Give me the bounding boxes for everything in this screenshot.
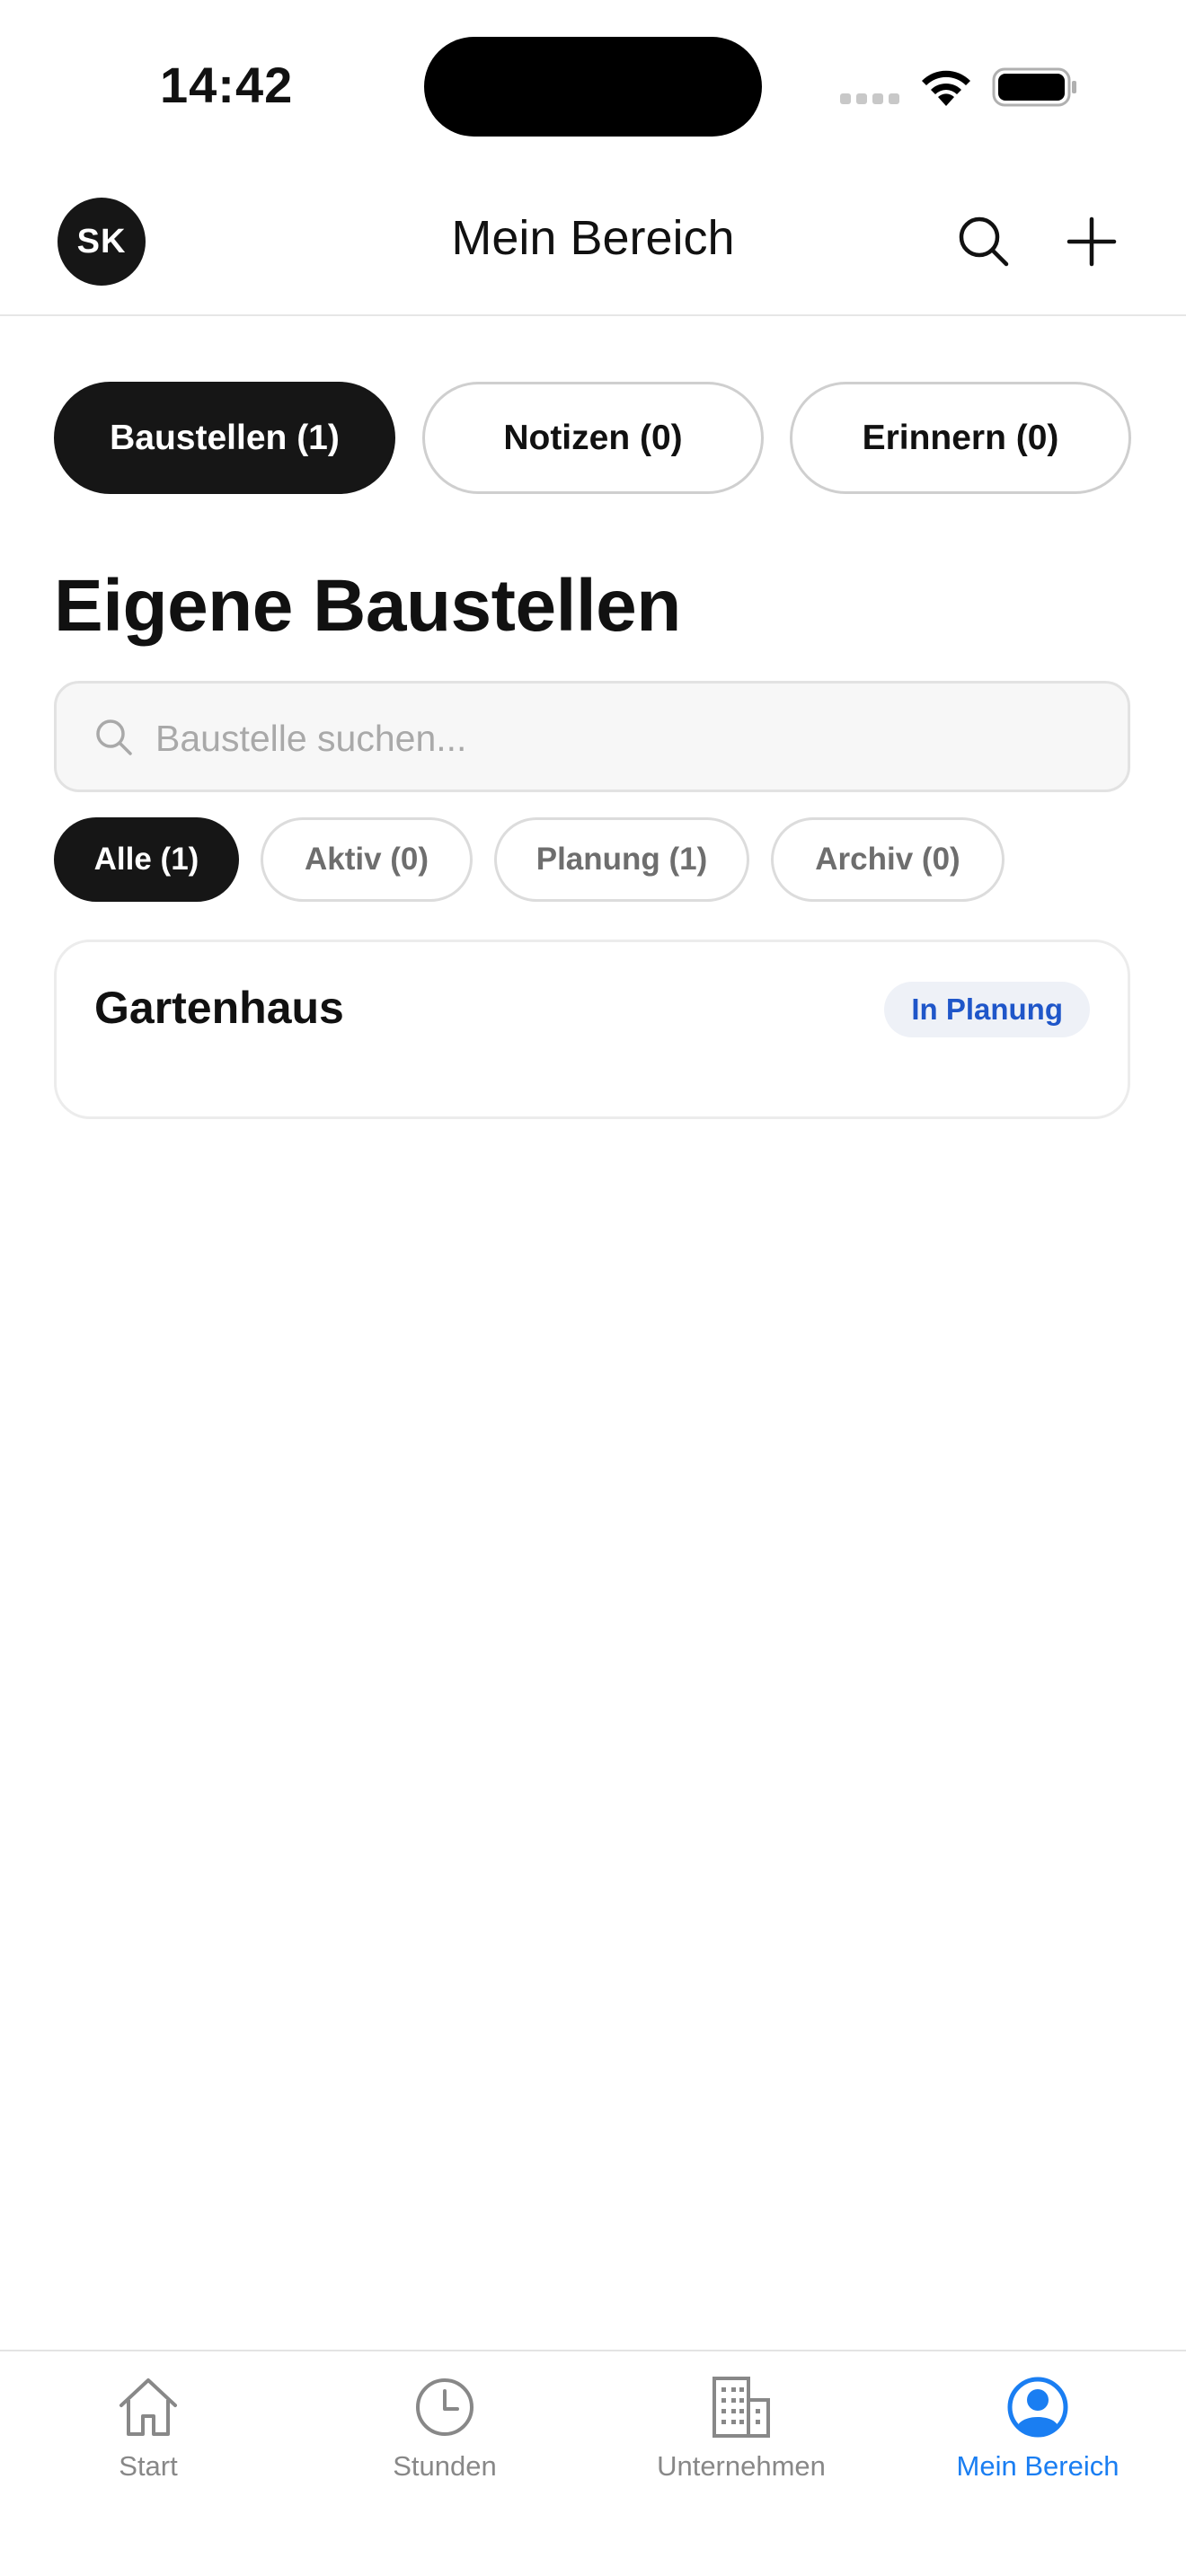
project-card[interactable]: Gartenhaus In Planung bbox=[54, 940, 1130, 1119]
tab-label: Start bbox=[119, 2450, 178, 2482]
person-circle-icon bbox=[1007, 2377, 1068, 2438]
filter-aktiv[interactable]: Aktiv (0) bbox=[261, 817, 473, 902]
segment-baustellen[interactable]: Baustellen (1) bbox=[54, 382, 395, 494]
tab-label: Mein Bereich bbox=[956, 2450, 1120, 2482]
tab-bar: Start Stunden Unternehmen Mein Bereich bbox=[0, 2350, 1186, 2576]
tab-label: Unternehmen bbox=[657, 2450, 826, 2482]
filter-alle[interactable]: Alle (1) bbox=[54, 817, 239, 902]
cellular-signal-icon bbox=[840, 93, 901, 104]
status-time: 14:42 bbox=[160, 57, 294, 113]
segment-erinnern[interactable]: Erinnern (0) bbox=[790, 382, 1131, 494]
building-icon bbox=[712, 2377, 770, 2438]
plus-icon[interactable] bbox=[1060, 210, 1123, 273]
home-icon bbox=[119, 2378, 177, 2436]
search-field-icon bbox=[96, 719, 132, 755]
section-title: Eigene Baustellen bbox=[54, 565, 681, 647]
tab-start[interactable]: Start bbox=[0, 2351, 296, 2522]
battery-icon bbox=[992, 67, 1076, 107]
filter-archiv[interactable]: Archiv (0) bbox=[771, 817, 1005, 902]
segment-notizen[interactable]: Notizen (0) bbox=[422, 382, 764, 494]
wifi-icon bbox=[922, 70, 970, 106]
tab-unternehmen[interactable]: Unternehmen bbox=[593, 2351, 890, 2522]
status-bar: 14:42 bbox=[0, 0, 1186, 171]
clock-icon bbox=[416, 2378, 474, 2436]
filter-planung[interactable]: Planung (1) bbox=[494, 817, 749, 902]
project-name: Gartenhaus bbox=[94, 983, 344, 1033]
tab-stunden[interactable]: Stunden bbox=[296, 2351, 593, 2522]
search-input[interactable]: Baustelle suchen... bbox=[54, 681, 1130, 792]
tab-label: Stunden bbox=[393, 2450, 497, 2482]
status-badge: In Planung bbox=[884, 982, 1090, 1037]
dynamic-island bbox=[424, 37, 762, 137]
search-placeholder: Baustelle suchen... bbox=[155, 718, 467, 759]
app-header: SK Mein Bereich bbox=[0, 171, 1186, 316]
tab-mein-bereich[interactable]: Mein Bereich bbox=[890, 2351, 1186, 2522]
search-icon[interactable] bbox=[952, 210, 1015, 273]
